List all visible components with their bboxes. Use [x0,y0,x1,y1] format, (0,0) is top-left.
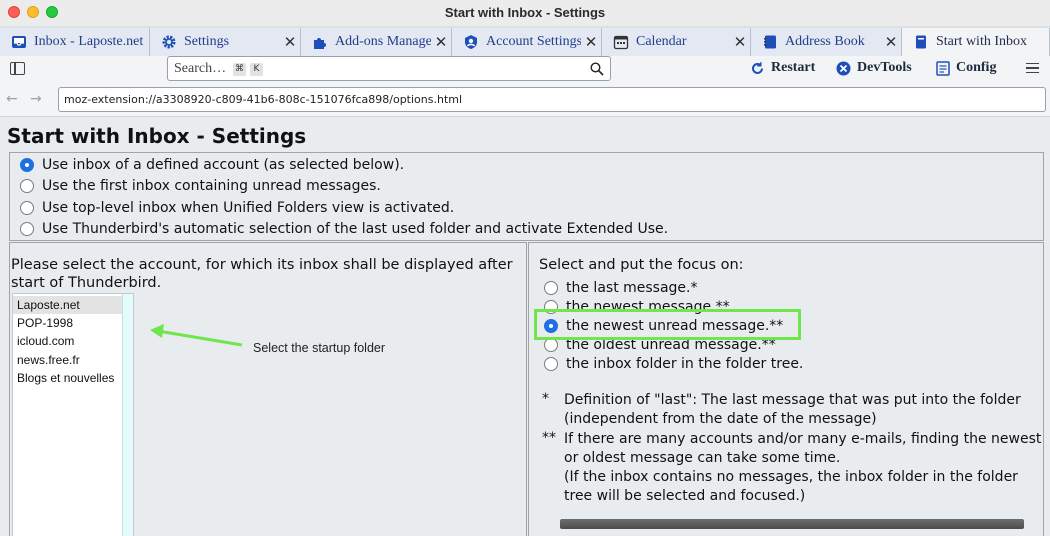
tab-strip: Inbox - Laposte.net Settings ✕ Add-ons M… [0,26,1050,56]
forward-arrow-icon[interactable]: → [30,91,42,107]
account-item[interactable]: news.free.fr [13,351,123,369]
devtools-button[interactable]: DevTools [836,60,912,76]
config-button[interactable]: Config [936,60,996,76]
note-line: (If the inbox contains no messages, the … [564,469,1018,485]
focus-option-inbox-folder[interactable]: the inbox folder in the folder tree. [544,356,803,372]
inbox-icon [10,33,28,51]
scroll-bar[interactable] [560,519,1024,529]
account-prompt: Please select the account, for which its… [11,256,531,292]
restart-button[interactable]: Restart [750,60,815,76]
radio-button[interactable] [544,357,558,371]
puzzle-icon [311,33,329,51]
tab-start-with-inbox[interactable]: Start with Inbox [902,28,1050,56]
tab-label: Address Book [785,34,865,49]
tab-label: Calendar [636,34,687,49]
mode-option-automatic[interactable]: Use Thunderbird's automatic selection of… [20,221,668,237]
page-title: Start with Inbox - Settings [7,124,307,148]
focus-prompt: Select and put the focus on: [539,257,744,273]
close-icon[interactable]: ✕ [431,33,451,51]
title-bar: Start with Inbox - Settings [0,0,1050,26]
note-line: Definition of "last": The last message t… [564,392,1021,408]
note-mark: ** [542,430,556,446]
note-line: tree will be selected and focused.) [564,488,806,504]
window-title: Start with Inbox - Settings [444,5,606,20]
devtools-icon [836,61,851,76]
radio-button[interactable] [544,281,558,295]
mode-option-first-unread[interactable]: Use the first inbox containing unread me… [20,178,381,194]
tab-calendar[interactable]: Calendar ✕ [602,28,751,56]
sidebar-toggle-icon[interactable] [10,62,25,75]
account-prompt-line: start of Thunderbird. [11,275,162,291]
close-icon[interactable]: ✕ [581,33,601,51]
mode-option-label: Use top-level inbox when Unified Folders… [42,200,455,216]
tab-label: Settings [184,34,230,49]
config-label: Config [956,60,997,75]
account-prompt-line: Please select the account, for which its… [11,257,513,273]
account-item[interactable]: Laposte.net [13,296,123,314]
radio-button-selected[interactable] [20,158,34,172]
note-last-definition: Definition of "last": The last message t… [564,391,1044,429]
focus-option-last[interactable]: the last message.* [544,280,698,296]
mode-option-label: Use inbox of a defined account (as selec… [42,157,405,173]
search-input[interactable]: Search… ⌘ K [167,56,611,81]
tab-label: Inbox - Laposte.net [34,34,144,49]
tab-settings[interactable]: Settings ✕ [150,28,301,56]
menu-icon[interactable] [1026,63,1039,73]
account-item[interactable]: Blogs et nouvelles [13,369,123,387]
close-icon[interactable]: ✕ [881,33,901,51]
note-performance: If there are many accounts and/or many e… [564,430,1044,506]
search-icon [590,61,604,80]
account-list[interactable]: Laposte.net POP-1998 icloud.com news.fre… [12,293,134,536]
shortcut-key-k: K [250,63,263,76]
note-line: or oldest message can take some time. [564,450,841,466]
tab-account-settings[interactable]: Account Settings ✕ [452,28,602,56]
annotation-text: Select the startup folder [253,341,386,355]
account-item[interactable]: icloud.com [13,332,123,350]
note-line: If there are many accounts and/or many e… [564,431,1042,447]
url-bar-row: ← → moz-extension://a3308920-c809-41b6-8… [0,83,1050,117]
tab-label: Start with Inbox [936,34,1027,49]
mode-option-label: Use the first inbox containing unread me… [42,178,381,194]
focus-option-label: the last message.* [566,280,698,296]
tab-label: Add-ons Manager [335,34,431,49]
account-icon [462,33,480,51]
close-icon[interactable]: ✕ [280,33,300,51]
restart-icon [750,61,765,76]
url-text: moz-extension://a3308920-c809-41b6-808c-… [64,93,463,106]
book-icon [912,33,930,51]
radio-button[interactable] [20,222,34,236]
tab-address-book[interactable]: Address Book ✕ [751,28,902,56]
mode-options-group: Use inbox of a defined account (as selec… [9,152,1044,241]
account-selection-pane: Please select the account, for which its… [9,242,527,536]
address-book-icon [761,33,779,51]
highlight-box [534,309,801,340]
focus-option-label: the inbox folder in the folder tree. [566,356,804,372]
mode-option-defined-account[interactable]: Use inbox of a defined account (as selec… [20,157,404,173]
search-placeholder: Search… [174,61,227,76]
note-mark: * [542,391,549,407]
account-list-scrollbar[interactable] [122,294,133,536]
account-item[interactable]: POP-1998 [13,314,123,332]
mode-option-label: Use Thunderbird's automatic selection of… [42,221,669,237]
radio-button[interactable] [20,179,34,193]
shortcut-key-cmd: ⌘ [233,63,246,76]
note-line: (independent from the date of the messag… [564,411,877,427]
config-icon [936,60,950,76]
radio-button[interactable] [544,338,558,352]
mode-option-unified-folders[interactable]: Use top-level inbox when Unified Folders… [20,200,454,216]
tab-label: Account Settings [486,34,581,49]
radio-button[interactable] [20,201,34,215]
calendar-icon [612,33,630,51]
options-page: Start with Inbox - Settings Use inbox of… [0,117,1050,536]
back-arrow-icon[interactable]: ← [6,91,18,107]
url-field[interactable]: moz-extension://a3308920-c809-41b6-808c-… [58,87,1046,112]
tab-addons[interactable]: Add-ons Manager ✕ [301,28,452,56]
annotation-arrow-icon [150,324,243,347]
restart-label: Restart [771,60,816,75]
toolbar: Search… ⌘ K Restart DevTools Config [0,56,1050,83]
tab-inbox[interactable]: Inbox - Laposte.net [0,28,150,56]
devtools-label: DevTools [857,60,912,75]
gear-icon [160,33,178,51]
close-icon[interactable]: ✕ [730,33,750,51]
